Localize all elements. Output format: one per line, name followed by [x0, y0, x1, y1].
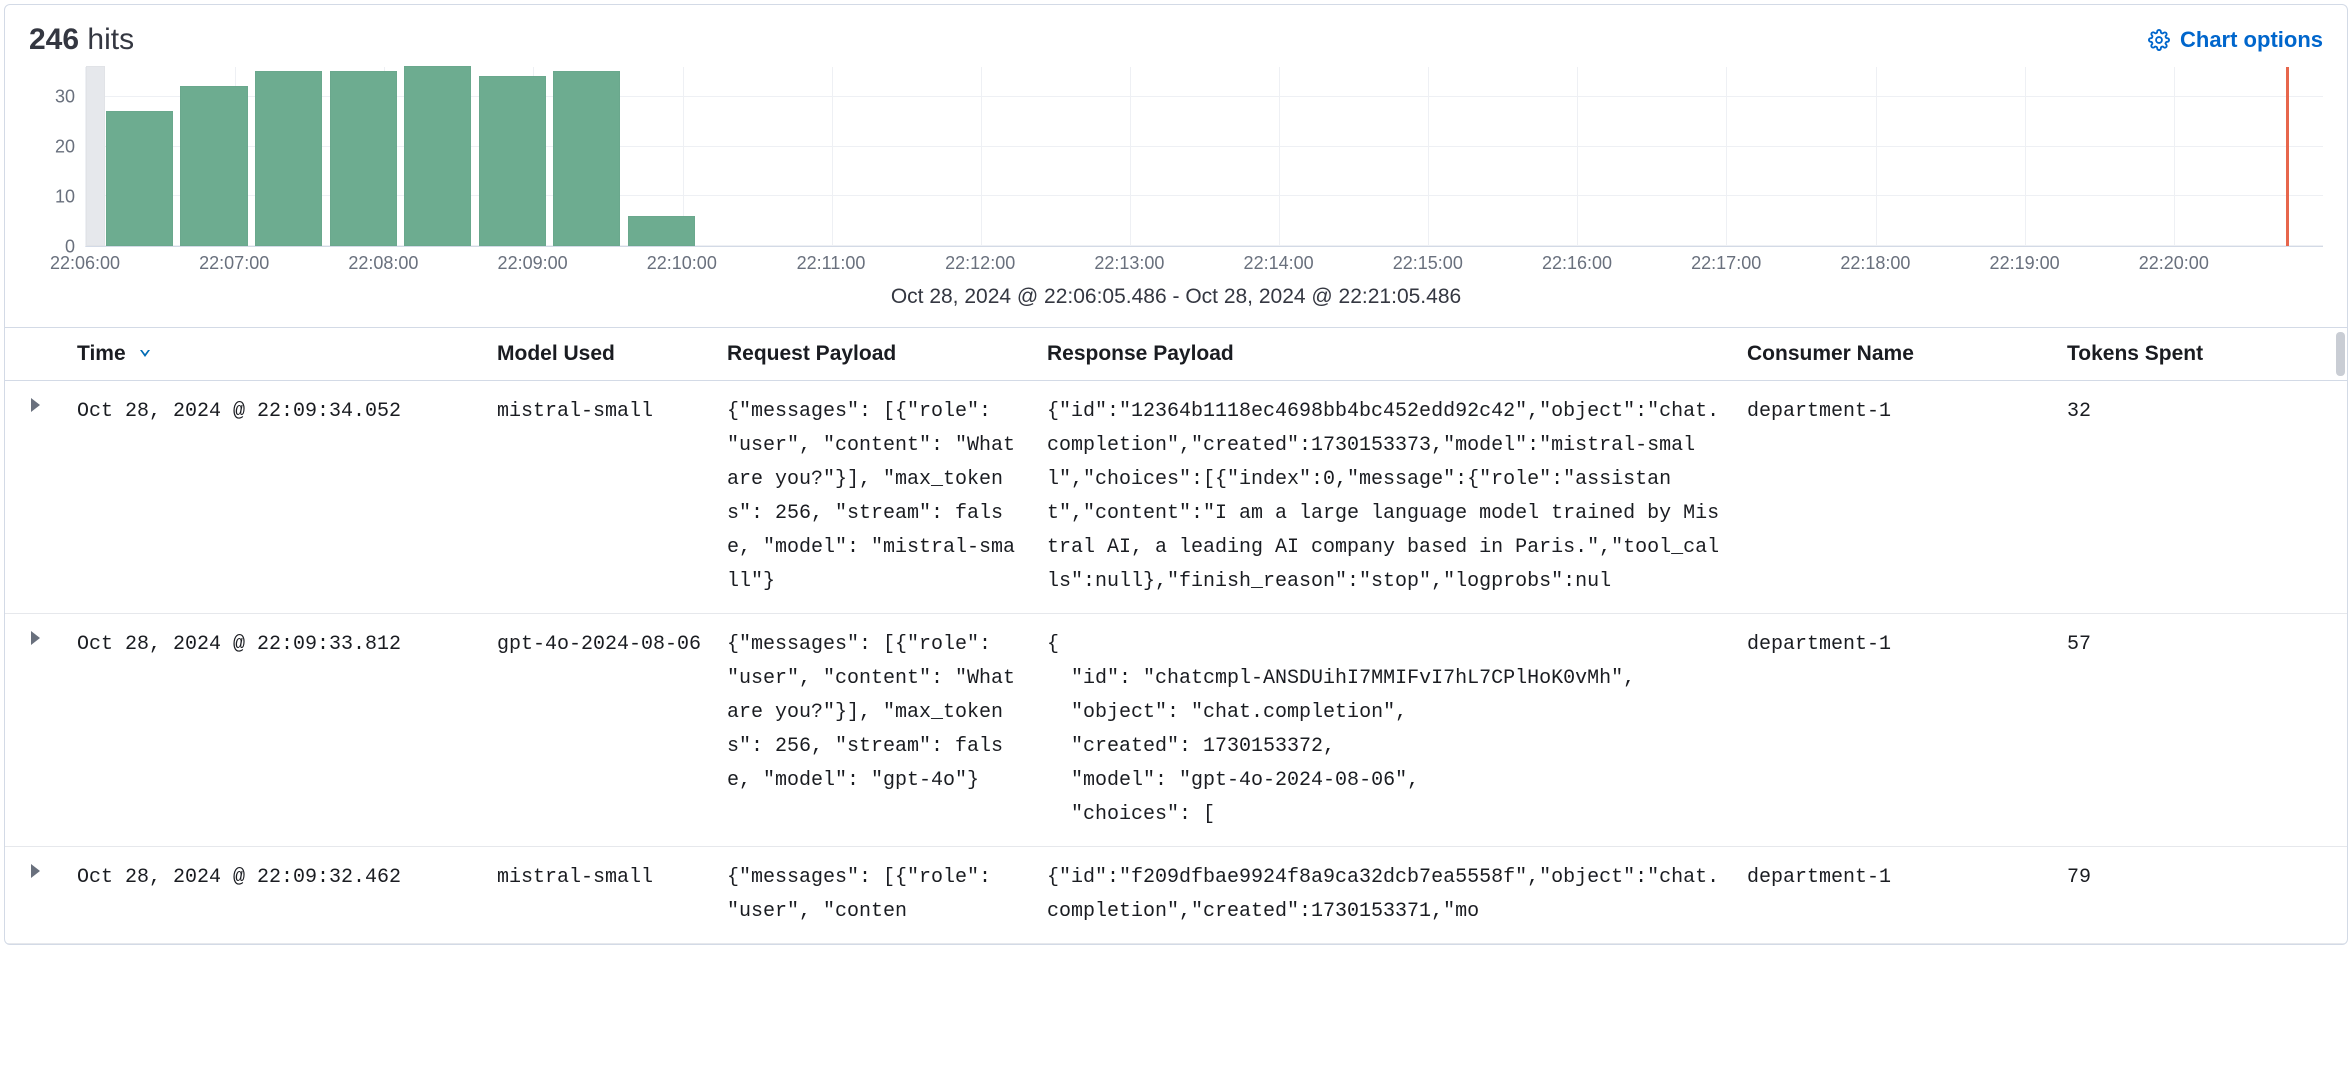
col-request-header[interactable]: Request Payload [715, 328, 1035, 381]
discover-panel: 246 hits Chart options 0102030 22:06:002… [4, 4, 2348, 945]
x-tick-label: 22:07:00 [199, 253, 269, 274]
cell-response: {"id":"f209dfbae9924f8a9ca32dcb7ea5558f"… [1035, 847, 1735, 944]
col-model-header[interactable]: Model Used [485, 328, 715, 381]
cell-response: { "id": "chatcmpl-ANSDUihI7MMIFvI7hL7CPl… [1035, 614, 1735, 847]
gear-icon [2148, 29, 2170, 51]
x-tick-label: 22:10:00 [647, 253, 717, 274]
chart-options-button[interactable]: Chart options [2148, 27, 2323, 53]
chart-range-label: Oct 28, 2024 @ 22:06:05.486 - Oct 28, 20… [29, 281, 2323, 327]
chart-bar[interactable] [479, 76, 546, 246]
chevron-right-icon [31, 398, 40, 412]
col-tokens-header[interactable]: Tokens Spent [2055, 328, 2347, 381]
chart-bar[interactable] [330, 71, 397, 246]
chart-cursor-line [2286, 67, 2289, 246]
cell-request: {"messages": [{"role": "user", "content"… [715, 381, 1035, 614]
col-time-header[interactable]: Time [65, 328, 485, 381]
x-tick-label: 22:17:00 [1691, 253, 1761, 274]
table-row[interactable]: Oct 28, 2024 @ 22:09:32.462mistral-small… [5, 847, 2347, 944]
sort-desc-icon [137, 342, 153, 366]
cell-consumer: department-1 [1735, 614, 2055, 847]
chart-bar[interactable] [180, 86, 247, 246]
hit-count: 246 hits [29, 23, 134, 57]
chevron-right-icon [31, 631, 40, 645]
x-tick-label: 22:14:00 [1244, 253, 1314, 274]
histogram-chart[interactable]: 0102030 22:06:0022:07:0022:08:0022:09:00… [5, 61, 2347, 327]
chart-bar[interactable] [106, 111, 173, 246]
cell-model: mistral-small [485, 381, 715, 614]
col-expand-header [5, 328, 65, 381]
x-tick-label: 22:18:00 [1840, 253, 1910, 274]
x-tick-label: 22:15:00 [1393, 253, 1463, 274]
chart-options-label: Chart options [2180, 27, 2323, 53]
x-tick-label: 22:20:00 [2139, 253, 2209, 274]
x-tick-label: 22:08:00 [348, 253, 418, 274]
cell-consumer: department-1 [1735, 847, 2055, 944]
y-tick-label: 20 [55, 137, 75, 158]
y-tick-label: 10 [55, 187, 75, 208]
x-tick-label: 22:13:00 [1094, 253, 1164, 274]
panel-header: 246 hits Chart options [5, 5, 2347, 61]
cell-response: {"id":"12364b1118ec4698bb4bc452edd92c42"… [1035, 381, 1735, 614]
chart-plot-area[interactable] [85, 67, 2323, 247]
cell-tokens: 79 [2055, 847, 2347, 944]
cell-request: {"messages": [{"role": "user", "content"… [715, 614, 1035, 847]
chart-y-axis: 0102030 [29, 67, 85, 247]
chevron-right-icon [31, 864, 40, 878]
col-response-header[interactable]: Response Payload [1035, 328, 1735, 381]
expand-row-toggle[interactable] [5, 614, 65, 847]
cell-consumer: department-1 [1735, 381, 2055, 614]
cell-model: mistral-small [485, 847, 715, 944]
x-tick-label: 22:11:00 [797, 253, 866, 274]
x-tick-label: 22:06:00 [50, 253, 120, 274]
table-row[interactable]: Oct 28, 2024 @ 22:09:34.052mistral-small… [5, 381, 2347, 614]
col-consumer-header[interactable]: Consumer Name [1735, 328, 2055, 381]
chart-bar[interactable] [553, 71, 620, 246]
results-table: Time Model Used Request Payload Response… [5, 328, 2347, 944]
cell-tokens: 57 [2055, 614, 2347, 847]
x-tick-label: 22:19:00 [1990, 253, 2060, 274]
y-tick-label: 30 [55, 87, 75, 108]
chart-bar[interactable] [628, 216, 695, 246]
chart-x-axis: 22:06:0022:07:0022:08:0022:09:0022:10:00… [85, 247, 2323, 281]
scrollbar-thumb[interactable] [2336, 332, 2345, 376]
hit-count-number: 246 [29, 23, 79, 56]
x-tick-label: 22:09:00 [498, 253, 568, 274]
x-tick-label: 22:12:00 [945, 253, 1015, 274]
cell-time: Oct 28, 2024 @ 22:09:34.052 [65, 381, 485, 614]
cell-model: gpt-4o-2024-08-06 [485, 614, 715, 847]
chart-bar[interactable] [255, 71, 322, 246]
cell-request: {"messages": [{"role": "user", "conten [715, 847, 1035, 944]
x-tick-label: 22:16:00 [1542, 253, 1612, 274]
expand-row-toggle[interactable] [5, 847, 65, 944]
expand-row-toggle[interactable] [5, 381, 65, 614]
results-table-wrap: Time Model Used Request Payload Response… [5, 327, 2347, 944]
table-header-row: Time Model Used Request Payload Response… [5, 328, 2347, 381]
cell-time: Oct 28, 2024 @ 22:09:33.812 [65, 614, 485, 847]
cell-tokens: 32 [2055, 381, 2347, 614]
cell-time: Oct 28, 2024 @ 22:09:32.462 [65, 847, 485, 944]
chart-bar[interactable] [404, 66, 471, 246]
hit-count-label: hits [87, 23, 134, 56]
table-row[interactable]: Oct 28, 2024 @ 22:09:33.812gpt-4o-2024-0… [5, 614, 2347, 847]
chart-bar-dim [86, 66, 105, 246]
